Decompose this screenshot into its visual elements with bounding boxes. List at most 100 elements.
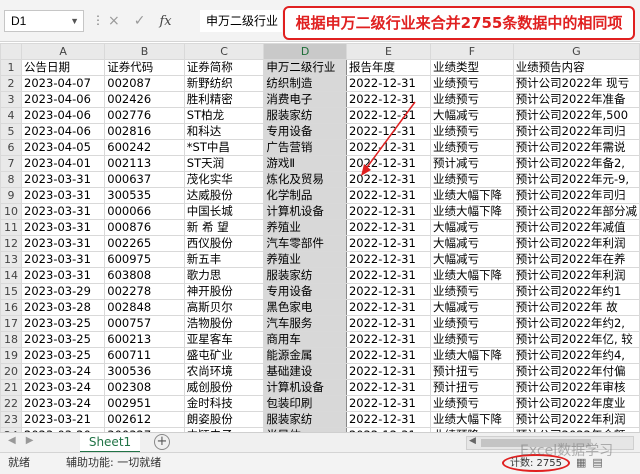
column-header-d[interactable]: D bbox=[263, 43, 347, 60]
cell[interactable]: 2023-03-25 bbox=[21, 347, 106, 364]
row-header[interactable]: 12 bbox=[0, 235, 23, 252]
cell[interactable]: 预计扭亏 bbox=[430, 379, 514, 396]
cell[interactable]: 2022-12-31 bbox=[345, 251, 432, 268]
cell[interactable]: 养殖业 bbox=[263, 251, 347, 268]
cell[interactable]: 2022-12-31 bbox=[345, 203, 432, 220]
cell[interactable]: 预计公司2022年度业 bbox=[512, 395, 640, 412]
column-header-a[interactable]: A bbox=[21, 43, 106, 60]
cell[interactable]: 600711 bbox=[104, 347, 185, 364]
cell[interactable]: 000637 bbox=[104, 171, 185, 188]
cell[interactable]: 预计公司2022年亿, 较 bbox=[512, 331, 640, 348]
cell[interactable]: 002951 bbox=[104, 395, 185, 412]
cell[interactable]: 预计公司2022年,500 bbox=[512, 107, 640, 124]
cell[interactable]: 证券简称 bbox=[183, 59, 265, 76]
cell[interactable]: 金时科技 bbox=[183, 395, 265, 412]
select-all-corner[interactable] bbox=[0, 43, 23, 60]
cell[interactable]: 业绩预亏 bbox=[430, 171, 514, 188]
cell[interactable]: 证券代码 bbox=[104, 59, 185, 76]
cell[interactable]: ST天润 bbox=[183, 155, 265, 172]
cell[interactable]: 2022-12-31 bbox=[345, 347, 432, 364]
cell[interactable]: 养殖业 bbox=[263, 219, 347, 236]
chevron-down-icon[interactable]: ▼ bbox=[70, 11, 79, 31]
spreadsheet-grid[interactable]: ABCDEFG 1 公告日期 证券代码 证券简称 申万二级行业 报告年度 业绩类型 业绩预告内… bbox=[0, 43, 640, 432]
cell[interactable]: 002113 bbox=[104, 155, 185, 172]
cell[interactable]: 业绩大幅下降 bbox=[430, 187, 514, 204]
cell[interactable]: 600242 bbox=[104, 139, 185, 156]
row-header[interactable]: 8 bbox=[0, 171, 23, 188]
cell[interactable]: 002308 bbox=[104, 379, 185, 396]
cell[interactable]: 业绩预亏 bbox=[430, 315, 514, 332]
cell[interactable]: 2022-12-31 bbox=[345, 283, 432, 300]
cell[interactable]: 消费电子 bbox=[263, 91, 347, 108]
cell[interactable]: 黑色家电 bbox=[263, 299, 347, 316]
cell[interactable]: 高斯贝尔 bbox=[183, 299, 265, 316]
cell[interactable]: 002265 bbox=[104, 235, 185, 252]
cell[interactable]: 2022-12-31 bbox=[345, 299, 432, 316]
row-header[interactable]: 16 bbox=[0, 299, 23, 316]
cell[interactable]: 纺织制造 bbox=[263, 75, 347, 92]
row-header[interactable]: 18 bbox=[0, 331, 23, 348]
cell[interactable]: 2023-03-31 bbox=[21, 171, 106, 188]
cell[interactable]: 业绩预亏 bbox=[430, 91, 514, 108]
cell[interactable]: 2022-12-31 bbox=[345, 315, 432, 332]
row-header[interactable]: 9 bbox=[0, 187, 23, 204]
cell[interactable]: 预计公司2022年利润 bbox=[512, 235, 640, 252]
cell[interactable]: 2022-12-31 bbox=[345, 379, 432, 396]
cell[interactable]: 2023-03-24 bbox=[21, 363, 106, 380]
cell[interactable]: 002848 bbox=[104, 299, 185, 316]
cell[interactable]: 预计公司2022年利润 bbox=[512, 267, 640, 284]
cell[interactable]: 预计公司2022年约1 bbox=[512, 283, 640, 300]
cell[interactable]: 茂化实华 bbox=[183, 171, 265, 188]
column-header-c[interactable]: C bbox=[183, 43, 265, 60]
cell[interactable]: 预计公司2022年在养 bbox=[512, 251, 640, 268]
cell[interactable]: 300535 bbox=[104, 187, 185, 204]
cell[interactable]: 预计公司2022年 现亏 bbox=[512, 75, 640, 92]
cell[interactable]: 预计公司2022年司归 bbox=[512, 123, 640, 140]
cell[interactable]: 2023-03-24 bbox=[21, 379, 106, 396]
cell[interactable]: 002087 bbox=[104, 75, 185, 92]
cell[interactable]: 专用设备 bbox=[263, 283, 347, 300]
cell[interactable]: 300536 bbox=[104, 363, 185, 380]
cell[interactable]: 2023-03-25 bbox=[21, 315, 106, 332]
cell[interactable]: 化学制品 bbox=[263, 187, 347, 204]
cell[interactable]: 大幅减亏 bbox=[430, 251, 514, 268]
cell[interactable]: 业绩类型 bbox=[430, 59, 514, 76]
cell[interactable]: 歌力思 bbox=[183, 267, 265, 284]
cell[interactable]: 能源金属 bbox=[263, 347, 347, 364]
cell[interactable]: 新五丰 bbox=[183, 251, 265, 268]
cell[interactable]: 预计公司2022年元-9, bbox=[512, 171, 640, 188]
cell[interactable]: 计算机设备 bbox=[263, 379, 347, 396]
cell[interactable]: 预计减亏 bbox=[430, 155, 514, 172]
cell[interactable]: 2022-12-31 bbox=[345, 235, 432, 252]
cell[interactable]: 威创股份 bbox=[183, 379, 265, 396]
cell[interactable]: 大幅减亏 bbox=[430, 107, 514, 124]
cell[interactable]: 业绩预亏 bbox=[430, 283, 514, 300]
cell[interactable]: 业绩大幅下降 bbox=[430, 203, 514, 220]
cell[interactable]: 业绩大幅下降 bbox=[430, 411, 514, 428]
row-header[interactable]: 2 bbox=[0, 75, 23, 92]
cell[interactable]: 2023-03-28 bbox=[21, 299, 106, 316]
add-sheet-button[interactable]: + bbox=[154, 434, 170, 450]
cell[interactable]: 中国长城 bbox=[183, 203, 265, 220]
cell[interactable]: 业绩预亏 bbox=[430, 395, 514, 412]
cell[interactable]: 新野纺织 bbox=[183, 75, 265, 92]
cell[interactable]: 大幅减亏 bbox=[430, 235, 514, 252]
cell[interactable]: 2023-04-06 bbox=[21, 107, 106, 124]
cell[interactable]: 2023-03-29 bbox=[21, 283, 106, 300]
cell[interactable]: 朗姿股份 bbox=[183, 411, 265, 428]
cell[interactable]: 2022-12-31 bbox=[345, 219, 432, 236]
cell[interactable]: 广告营销 bbox=[263, 139, 347, 156]
row-header[interactable]: 23 bbox=[0, 411, 23, 428]
cell[interactable]: 2023-03-31 bbox=[21, 235, 106, 252]
row-header[interactable]: 1 bbox=[0, 59, 23, 76]
cell[interactable]: 计算机设备 bbox=[263, 203, 347, 220]
cell[interactable]: 和科达 bbox=[183, 123, 265, 140]
column-header-e[interactable]: E bbox=[345, 43, 432, 60]
row-header[interactable]: 21 bbox=[0, 379, 23, 396]
cell[interactable]: 西仪股份 bbox=[183, 235, 265, 252]
cell[interactable]: 2023-03-21 bbox=[21, 411, 106, 428]
cell[interactable]: 业绩预亏 bbox=[430, 139, 514, 156]
row-header[interactable]: 10 bbox=[0, 203, 23, 220]
cell[interactable]: 2023-04-07 bbox=[21, 75, 106, 92]
cell[interactable]: 预计公司2022年准备 bbox=[512, 91, 640, 108]
